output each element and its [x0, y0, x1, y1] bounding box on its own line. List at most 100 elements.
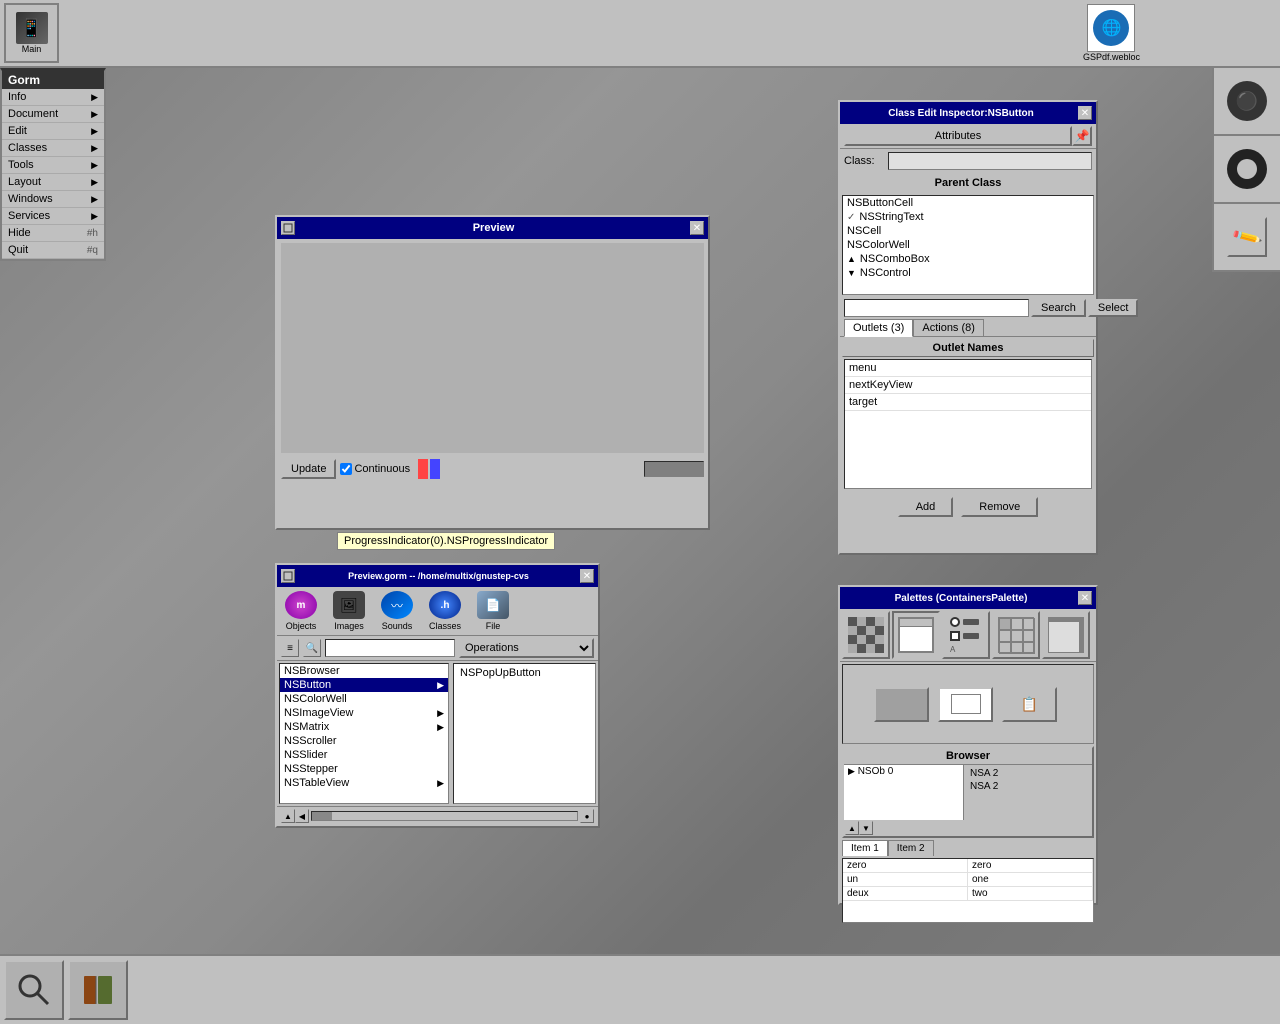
outlet-item-nextkeyview[interactable]: nextKeyView [845, 377, 1091, 394]
main-app-icon[interactable]: 📱 Main [4, 3, 59, 63]
inspector-tab-actions[interactable]: Actions (8) [913, 319, 984, 336]
palette-btn-3[interactable]: A [942, 611, 990, 659]
browser-up-btn[interactable]: ▲ [845, 821, 859, 835]
gorm-images-tab[interactable]: 🖼 Images [329, 591, 369, 631]
outlet-item-target[interactable]: target [845, 394, 1091, 411]
gorm-left-btn[interactable]: ◀ [295, 809, 309, 823]
preview-minimize-btn[interactable] [281, 221, 295, 235]
palette-btn-1[interactable] [842, 611, 890, 659]
palette-btn-2[interactable] [892, 611, 940, 659]
list-item-nsstepper[interactable]: NSStepper [280, 762, 448, 776]
bottom-icon-books[interactable] [68, 960, 128, 1020]
list-item-nsscroller[interactable]: NSScroller [280, 734, 448, 748]
menu-arrow-services: ▶ [91, 211, 98, 222]
inspector-window: Class Edit Inspector:NSButton ✕ Attribut… [838, 100, 1098, 555]
gorm-search-field[interactable] [325, 639, 455, 657]
menu-item-edit[interactable]: Edit ▶ [2, 123, 104, 140]
inspector-remove-btn[interactable]: Remove [961, 497, 1038, 517]
list-item-nsbrowser[interactable]: NSBrowser [280, 664, 448, 678]
menu-item-info[interactable]: Info ▶ [2, 89, 104, 106]
inspector-class-label: Class: [844, 155, 884, 167]
inspector-close-btn[interactable]: ✕ [1078, 106, 1092, 120]
gorm-close-btn[interactable]: ✕ [580, 569, 594, 583]
browser-left-panel: ▶ NSOb 0 [844, 765, 964, 820]
outlet-item-menu[interactable]: menu [845, 360, 1091, 377]
list-item-nscolorwell[interactable]: NSColorWell [280, 692, 448, 706]
outlet-list: menu nextKeyView target [844, 359, 1092, 489]
gorm-up-btn[interactable]: ▲ [281, 809, 295, 823]
table-row[interactable]: zero zero [843, 859, 1093, 873]
continuous-checkbox[interactable] [340, 463, 352, 475]
inspector-search-input[interactable] [844, 299, 1029, 317]
inspector-class-input[interactable]: NSButton [888, 152, 1092, 170]
class-list-item-nscontrol[interactable]: ▼ NSControl [843, 266, 1093, 280]
table-row[interactable]: deux two [843, 887, 1093, 901]
preview-canvas [281, 243, 704, 453]
menu-arrow-layout: ▶ [91, 177, 98, 188]
class-list-item-nscolorwell[interactable]: NSColorWell [843, 238, 1093, 252]
right-icon-1[interactable]: ⚫ [1212, 68, 1280, 136]
list-item-nsimageview[interactable]: NSImageView ▶ [280, 706, 448, 720]
browser-down-btn[interactable]: ▼ [859, 821, 873, 835]
list-item-nsbutton[interactable]: NSButton ▶ [280, 678, 448, 692]
palette-btn-5[interactable] [1042, 611, 1090, 659]
preview-update-btn[interactable]: Update [281, 459, 336, 479]
preview-title: Preview [297, 222, 690, 234]
class-list-item-nscell[interactable]: NSCell [843, 224, 1093, 238]
list-item-nsmatrix[interactable]: NSMatrix ▶ [280, 720, 448, 734]
right-icon-2[interactable] [1212, 136, 1280, 204]
palettes-tab-item1[interactable]: Item 1 [842, 840, 888, 856]
inspector-pin-btn[interactable]: 📌 [1072, 126, 1092, 146]
inspector-select-btn[interactable]: Select [1088, 299, 1139, 317]
outlet-header: Outlet Names [842, 339, 1094, 357]
right-icon-3[interactable]: ✏️ [1212, 204, 1280, 272]
menu-arrow-windows: ▶ [91, 194, 98, 205]
gorm-toolbar: m Objects 🖼 Images 〰 Sounds .h C [277, 587, 598, 636]
gspdf-icon[interactable]: 🌐 GSPdf.webloc [1083, 4, 1140, 62]
class-list-item-nsbuttoncell[interactable]: NSButtonCell [843, 196, 1093, 210]
menu-item-hide[interactable]: Hide #h [2, 225, 104, 242]
preview-close-btn[interactable]: ✕ [690, 221, 704, 235]
browser-right-item-2[interactable]: NSA 2 [966, 780, 1090, 793]
gorm-objects-tab[interactable]: m Objects [281, 591, 321, 631]
preview-continuous-check[interactable]: Continuous [340, 463, 410, 475]
browser-item-0[interactable]: ▶ NSOb 0 [844, 765, 963, 778]
palettes-close-btn[interactable]: ✕ [1078, 591, 1092, 605]
class-list-item-nscombobox[interactable]: ▲ NSComboBox [843, 252, 1093, 266]
palettes-tab-item2[interactable]: Item 2 [888, 840, 934, 856]
gorm-minimize-btn[interactable] [281, 569, 295, 583]
menu-item-quit[interactable]: Quit #q [2, 242, 104, 259]
class-list-item-nsstringtext[interactable]: ✓ NSStringText [843, 210, 1093, 224]
menu-item-services[interactable]: Services ▶ [2, 208, 104, 225]
menu-item-document[interactable]: Document ▶ [2, 106, 104, 123]
menu-item-layout[interactable]: Layout ▶ [2, 174, 104, 191]
list-item-nsslider[interactable]: NSSlider [280, 748, 448, 762]
list-item-nstableview[interactable]: NSTableView ▶ [280, 776, 448, 790]
gorm-file-tab[interactable]: 📄 File [473, 591, 513, 631]
gorm-search-icon[interactable]: 🔍 [303, 639, 321, 657]
browser-right-panel: NSA 2 NSA 2 [964, 765, 1092, 820]
preview-progress-bar [644, 461, 704, 477]
browser-right-item-1[interactable]: NSA 2 [966, 767, 1090, 780]
inspector-search-btn[interactable]: Search [1031, 299, 1086, 317]
gorm-list-panel: NSBrowser NSButton ▶ NSColorWell NSImage… [277, 661, 598, 806]
inspector-add-btn[interactable]: Add [898, 497, 954, 517]
menu-arrow-tools: ▶ [91, 160, 98, 171]
list-item-nspopupbutton[interactable]: NSPopUpButton [456, 666, 593, 680]
gorm-scrollbar[interactable] [311, 811, 578, 821]
table-row[interactable]: un one [843, 873, 1093, 887]
palette-btn-4[interactable] [992, 611, 1040, 659]
gorm-right-btn[interactable]: ● [580, 809, 594, 823]
gorm-classes-tab[interactable]: .h Classes [425, 591, 465, 631]
inspector-attrs-btn[interactable]: Attributes [844, 126, 1072, 146]
bottom-icon-search[interactable] [4, 960, 64, 1020]
menu-arrow-classes: ▶ [91, 143, 98, 154]
menu-item-tools[interactable]: Tools ▶ [2, 157, 104, 174]
inspector-tab-outlets[interactable]: Outlets (3) [844, 319, 913, 337]
menu-item-windows[interactable]: Windows ▶ [2, 191, 104, 208]
gorm-sounds-tab[interactable]: 〰 Sounds [377, 591, 417, 631]
inspector-class-row: Class: NSButton [840, 149, 1096, 173]
gorm-operations-select[interactable]: Operations [459, 638, 594, 658]
menu-item-classes[interactable]: Classes ▶ [2, 140, 104, 157]
gorm-list-view-btn[interactable]: ≡ [281, 639, 299, 657]
